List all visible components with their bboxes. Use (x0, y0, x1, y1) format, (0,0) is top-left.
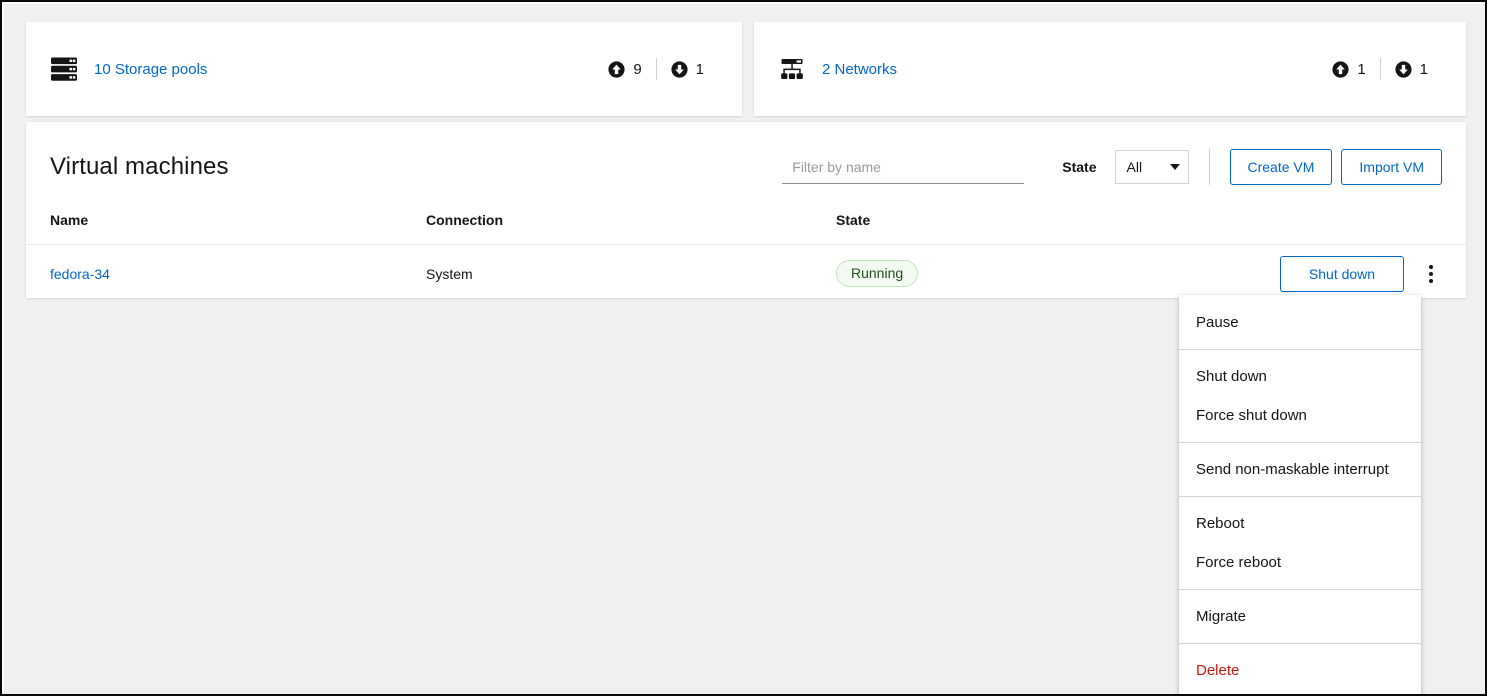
networks-up-count: 1 (1357, 61, 1365, 78)
table-body: fedora-34 System Running Shut down (26, 245, 1466, 303)
networks-card[interactable]: 2 Networks 1 (754, 22, 1466, 116)
virtual-machines-table: Name Connection State fedora-34 System R… (26, 212, 1466, 303)
create-vm-button[interactable]: Create VM (1230, 149, 1333, 185)
kebab-menu-icon[interactable] (1418, 258, 1444, 290)
menu-group-reboot: Reboot Force reboot (1179, 496, 1421, 589)
page-background: 10 Storage pools 9 (4, 4, 1487, 696)
menu-item-pause[interactable]: Pause (1179, 303, 1421, 342)
table-header-row: Name Connection State (26, 212, 1466, 245)
menu-group-pause: Pause (1179, 303, 1421, 349)
networks-counts: 1 1 (1318, 58, 1442, 80)
arrow-circle-down-icon (671, 61, 688, 78)
networks-card-content: 2 Networks 1 (754, 22, 1466, 116)
virtual-machines-card: Virtual machines State All Create VM Imp… (26, 122, 1466, 298)
arrow-circle-down-icon (1395, 61, 1412, 78)
menu-item-send-non-maskable-interrupt[interactable]: Send non-maskable interrupt (1179, 450, 1421, 489)
menu-item-force-reboot[interactable]: Force reboot (1179, 543, 1421, 582)
arrow-circle-up-icon (1332, 61, 1349, 78)
menu-item-force-shut-down[interactable]: Force shut down (1179, 396, 1421, 435)
kebab-dot (1429, 279, 1433, 283)
storage-pools-card-content: 10 Storage pools 9 (26, 22, 742, 116)
column-header-state: State (836, 212, 1186, 245)
storage-pools-card[interactable]: 10 Storage pools 9 (26, 22, 742, 116)
cell-vm-name: fedora-34 (26, 245, 426, 303)
table-head: Name Connection State (26, 212, 1466, 245)
toolbar-divider (1209, 149, 1210, 185)
import-vm-button[interactable]: Import VM (1341, 149, 1442, 185)
state-filter-select[interactable]: All (1115, 150, 1189, 184)
networks-down-group: 1 (1381, 61, 1442, 78)
menu-item-migrate[interactable]: Migrate (1179, 597, 1421, 636)
storage-pools-down-group: 1 (657, 61, 718, 78)
state-filter-value: All (1127, 159, 1143, 175)
networks-up-group: 1 (1318, 61, 1379, 78)
column-header-connection: Connection (426, 212, 836, 245)
menu-group-migrate: Migrate (1179, 589, 1421, 643)
storage-pools-up-group: 9 (594, 61, 655, 78)
page-title: Virtual machines (50, 153, 229, 181)
menu-group-shutdown: Shut down Force shut down (1179, 349, 1421, 442)
row-actions: Shut down (1186, 256, 1466, 292)
storage-pools-link[interactable]: 10 Storage pools (94, 61, 207, 78)
status-badge: Running (836, 260, 918, 287)
filter-by-name-input[interactable] (782, 150, 1024, 184)
kebab-dot (1429, 272, 1433, 276)
menu-item-delete[interactable]: Delete (1179, 651, 1421, 690)
virtual-machines-toolbar: Virtual machines State All Create VM Imp… (26, 122, 1466, 212)
cell-vm-actions: Shut down (1186, 245, 1466, 303)
cell-vm-state: Running (836, 245, 1186, 303)
vm-name-link[interactable]: fedora-34 (50, 266, 110, 282)
cell-vm-connection: System (426, 245, 836, 303)
toolbar-controls: State All Create VM Import VM (782, 149, 1442, 185)
menu-item-shut-down[interactable]: Shut down (1179, 357, 1421, 396)
networks-link[interactable]: 2 Networks (822, 61, 897, 78)
menu-group-nmi: Send non-maskable interrupt (1179, 442, 1421, 496)
arrow-circle-up-icon (608, 61, 625, 78)
network-topology-icon (778, 55, 806, 83)
column-header-actions (1186, 212, 1466, 245)
table-row[interactable]: fedora-34 System Running Shut down (26, 245, 1466, 303)
storage-pools-counts: 9 1 (594, 58, 718, 80)
networks-down-count: 1 (1420, 61, 1428, 78)
storage-pools-up-count: 9 (633, 61, 641, 78)
storage-pool-icon (50, 55, 78, 83)
state-filter-label: State (1062, 159, 1096, 175)
vm-action-dropdown-menu: Pause Shut down Force shut down Send non… (1179, 295, 1421, 696)
menu-item-reboot[interactable]: Reboot (1179, 504, 1421, 543)
shut-down-button[interactable]: Shut down (1280, 256, 1404, 292)
chevron-down-icon (1170, 164, 1180, 170)
kebab-dot (1429, 265, 1433, 269)
column-header-name: Name (26, 212, 426, 245)
window-frame: 10 Storage pools 9 (0, 0, 1487, 696)
storage-pools-down-count: 1 (696, 61, 704, 78)
menu-group-delete: Delete (1179, 643, 1421, 690)
